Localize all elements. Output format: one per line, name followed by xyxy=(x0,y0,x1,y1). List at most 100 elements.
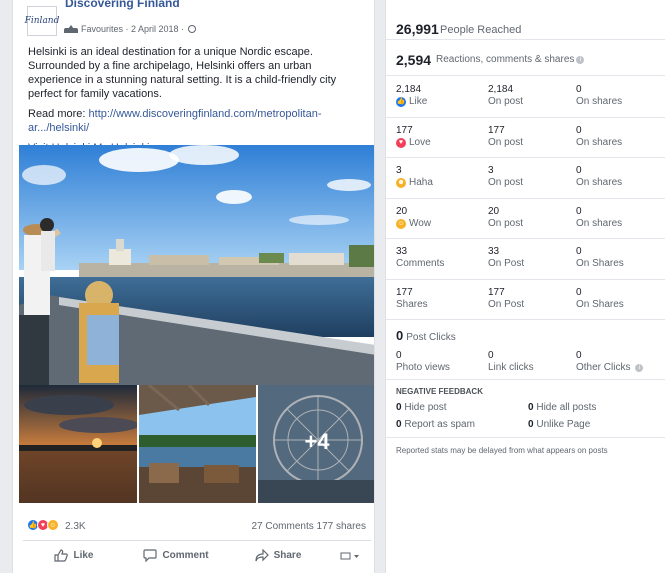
negative-feedback-row: NEGATIVE FEEDBACK 0 Hide post 0 Hide all… xyxy=(386,380,665,438)
stat-on-post-cell: 3 On post xyxy=(488,165,523,189)
unlike-label: Unlike Page xyxy=(536,419,591,430)
ferris-wheel-image: +4 xyxy=(258,385,374,503)
audience-selector-button[interactable] xyxy=(329,551,371,561)
read-more-label: Read more: xyxy=(28,108,86,120)
other-clicks-label: Other Clicks i xyxy=(576,362,644,374)
post-meta: Favourites · 2 April 2018 · xyxy=(64,24,197,34)
stat-total-label-wrap: ♥ Love xyxy=(396,137,431,149)
comments-shares-count[interactable]: 27 Comments 177 shares xyxy=(251,521,366,532)
stat-row: 177 ♥ Love 177 On post 0 On shares xyxy=(386,118,665,158)
terrace-photo[interactable] xyxy=(139,385,256,503)
link-clicks-cell: 0 Link clicks xyxy=(488,350,534,374)
stat-on-shares-label: On shares xyxy=(576,136,623,148)
comment-label: Comment xyxy=(162,550,209,561)
post-date[interactable]: Favourites · 2 April 2018 · xyxy=(81,24,184,34)
photo-views-cell: 0 Photo views xyxy=(396,350,450,374)
engagement-value: 2,594 xyxy=(396,52,432,68)
unlike-page-stat: 0 Unlike Page xyxy=(528,419,590,430)
stat-on-shares-cell: 0 On Shares xyxy=(576,246,624,270)
love-icon: ♥ xyxy=(396,137,406,148)
share-button[interactable]: Share xyxy=(227,549,329,562)
read-more: Read more: http://www.discoveringfinland… xyxy=(28,107,368,135)
globe-icon xyxy=(188,25,197,33)
stat-total-cell: 3 ☻ Haha xyxy=(396,165,433,189)
like-label: Like xyxy=(73,550,94,561)
stat-on-post-label: On post xyxy=(488,136,524,148)
share-icon xyxy=(254,549,269,562)
stat-total-value: 33 xyxy=(396,246,408,257)
stat-on-post-cell: 177 On post xyxy=(488,125,523,149)
stat-on-shares-cell: 0 On shares xyxy=(576,206,622,230)
stat-on-post-value: 33 xyxy=(488,246,500,257)
post-clicks-header: 0 Post Clicks xyxy=(396,328,456,343)
stat-on-shares-value: 0 xyxy=(576,124,582,136)
stat-on-shares-value: 0 xyxy=(576,84,582,95)
stat-total-label: Shares xyxy=(396,298,428,310)
sunset-photo[interactable] xyxy=(19,385,137,503)
info-icon[interactable]: i xyxy=(635,364,644,372)
stat-on-shares-value: 0 xyxy=(576,286,582,298)
hide-post-stat: 0 Hide post xyxy=(396,402,447,413)
link-clicks-label: Link clicks xyxy=(488,362,534,373)
haha-icon: ☻ xyxy=(396,178,406,188)
stat-total-value: 2,184 xyxy=(396,84,422,95)
stat-on-post-cell: 20 On post xyxy=(488,206,523,230)
other-clicks-cell: 0 Other Clicks i xyxy=(576,350,644,374)
stat-total-label: Love xyxy=(409,136,431,148)
stat-on-post-cell: 177 On Post xyxy=(488,287,524,311)
page-name-link[interactable]: Discovering Finland xyxy=(65,0,180,10)
page-avatar[interactable]: Finland xyxy=(25,6,59,36)
main-photo[interactable] xyxy=(19,145,374,385)
stat-on-post-label: On post xyxy=(488,217,524,229)
stat-total-cell: 177 ♥ Love xyxy=(396,125,431,149)
stat-on-shares-value: 0 xyxy=(576,205,582,217)
people-reached-value: 26,991 xyxy=(396,21,439,37)
post-action-bar: Like Comment Share xyxy=(23,540,371,570)
stat-on-post-value: 177 xyxy=(488,286,505,298)
photo-thumbnails: +4 xyxy=(19,385,374,503)
stat-on-shares-value: 0 xyxy=(576,246,582,257)
ferris-wheel-photo[interactable]: +4 xyxy=(258,385,374,503)
stat-on-post-cell: 33 On Post xyxy=(488,246,524,270)
photo-views-value: 0 xyxy=(396,350,402,361)
stat-total-cell: 177 Shares xyxy=(396,287,428,311)
stat-on-shares-label: On Shares xyxy=(576,258,624,269)
stat-on-post-value: 2,184 xyxy=(488,84,514,95)
hide-all-posts-stat: 0 Hide all posts xyxy=(528,402,596,413)
comment-button[interactable]: Comment xyxy=(125,549,227,562)
like-button[interactable]: Like xyxy=(23,549,125,562)
spam-value: 0 xyxy=(396,419,402,430)
post-clicks-value: 0 xyxy=(396,328,404,343)
report-spam-stat: 0 Report as spam xyxy=(396,419,475,430)
stat-total-value: 177 xyxy=(396,124,413,136)
stat-total-label-wrap: Shares xyxy=(396,299,428,311)
stat-on-shares-cell: 0 On shares xyxy=(576,165,622,189)
stat-total-label-wrap: ☻ Haha xyxy=(396,177,433,189)
stat-total-cell: 33 Comments xyxy=(396,246,444,270)
hide-post-label: Hide post xyxy=(404,402,447,413)
hide-all-value: 0 xyxy=(528,402,534,413)
stat-on-post-value: 20 xyxy=(488,205,500,217)
stat-on-post-label: On Post xyxy=(488,298,525,310)
hide-all-label: Hide all posts xyxy=(536,402,597,413)
post-clicks-label: Post Clicks xyxy=(406,332,456,343)
stats-delay-note: Reported stats may be delayed from what … xyxy=(396,446,608,455)
stat-row: 2,184 👍 Like 2,184 On post 0 On shares xyxy=(386,77,665,118)
photo-views-label: Photo views xyxy=(396,362,450,373)
reaction-icons[interactable]: 👍 ♥ ☺ xyxy=(27,519,59,531)
comment-icon xyxy=(143,549,158,562)
favourites-icon xyxy=(64,25,78,33)
info-icon[interactable]: i xyxy=(576,56,585,64)
stat-total-label-wrap: Comments xyxy=(396,258,444,270)
post-card: Finland Discovering Finland Favourites ·… xyxy=(12,0,375,573)
stat-total-value: 20 xyxy=(396,205,408,217)
wow-icon: ☺ xyxy=(396,218,406,229)
post-header: Finland Discovering Finland Favourites ·… xyxy=(13,0,374,40)
post-clicks-row: 0 Post Clicks 0 Photo views 0 Link clicks… xyxy=(386,320,665,380)
more-photos-count: +4 xyxy=(304,429,330,454)
stat-row: 3 ☻ Haha 3 On post 0 On shares xyxy=(386,158,665,199)
reaction-count[interactable]: 2.3K xyxy=(65,521,86,532)
engagement-label: Reactions, comments & shares i xyxy=(436,54,585,65)
stat-on-shares-label: On shares xyxy=(576,177,623,188)
stat-on-shares-label: On Shares xyxy=(576,298,624,310)
